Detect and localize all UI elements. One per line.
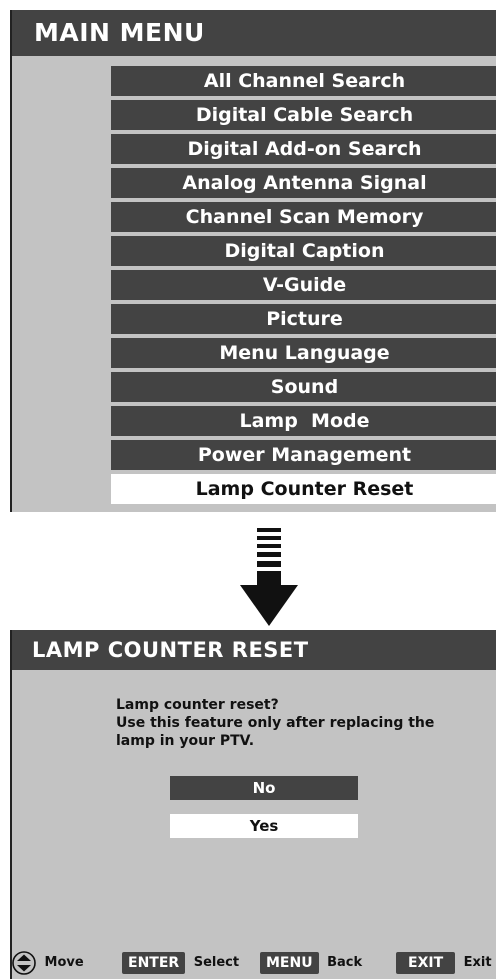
- dialog-message: Lamp counter reset? Use this feature onl…: [116, 696, 476, 750]
- menu-item-lamp-counter-reset[interactable]: Lamp Counter Reset: [111, 474, 496, 504]
- message-line: Use this feature only after replacing th…: [116, 715, 435, 731]
- menu-item-sound[interactable]: Sound: [111, 372, 496, 402]
- main-menu-panel: MAIN MENU All Channel Search Digital Cab…: [10, 10, 496, 512]
- exit-label: Exit: [463, 955, 492, 970]
- no-button[interactable]: No: [170, 776, 358, 800]
- menu-hint: MENU Back: [260, 951, 362, 975]
- move-label: Move: [44, 955, 84, 970]
- main-menu-title: MAIN MENU: [12, 10, 496, 56]
- menu-key[interactable]: MENU: [260, 952, 319, 974]
- menu-item-power-management[interactable]: Power Management: [111, 440, 496, 470]
- menu-item-digital-add-on-search[interactable]: Digital Add-on Search: [111, 134, 496, 164]
- menu-item-analog-antenna-signal[interactable]: Analog Antenna Signal: [111, 168, 496, 198]
- enter-key[interactable]: ENTER: [122, 952, 186, 974]
- dialog-title: LAMP COUNTER RESET: [12, 630, 496, 670]
- enter-hint: ENTER Select: [122, 951, 239, 975]
- exit-hint: EXIT Exit: [396, 951, 492, 975]
- lamp-counter-reset-dialog: LAMP COUNTER RESET Lamp counter reset? U…: [10, 630, 496, 979]
- yes-button[interactable]: Yes: [170, 814, 358, 838]
- menu-item-digital-caption[interactable]: Digital Caption: [111, 236, 496, 266]
- menu-item-menu-language[interactable]: Menu Language: [111, 338, 496, 368]
- message-line: Lamp counter reset?: [116, 697, 279, 713]
- down-arrow-icon: [240, 528, 298, 626]
- exit-key[interactable]: EXIT: [396, 952, 456, 974]
- menu-item-digital-cable-search[interactable]: Digital Cable Search: [111, 100, 496, 130]
- menu-item-picture[interactable]: Picture: [111, 304, 496, 334]
- key-hint-bar: Move ENTER Select MENU Back EXIT Exit: [12, 945, 496, 979]
- menu-item-lamp-mode[interactable]: Lamp Mode: [111, 406, 496, 436]
- select-label: Select: [193, 955, 240, 970]
- message-line: lamp in your PTV.: [116, 733, 255, 749]
- updown-arrows-icon: [12, 951, 36, 975]
- back-label: Back: [327, 955, 363, 970]
- menu-item-v-guide[interactable]: V-Guide: [111, 270, 496, 300]
- main-menu-list: All Channel Search Digital Cable Search …: [111, 66, 496, 508]
- menu-item-all-channel-search[interactable]: All Channel Search: [111, 66, 496, 96]
- menu-item-channel-scan-memory[interactable]: Channel Scan Memory: [111, 202, 496, 232]
- move-hint: Move: [12, 951, 84, 975]
